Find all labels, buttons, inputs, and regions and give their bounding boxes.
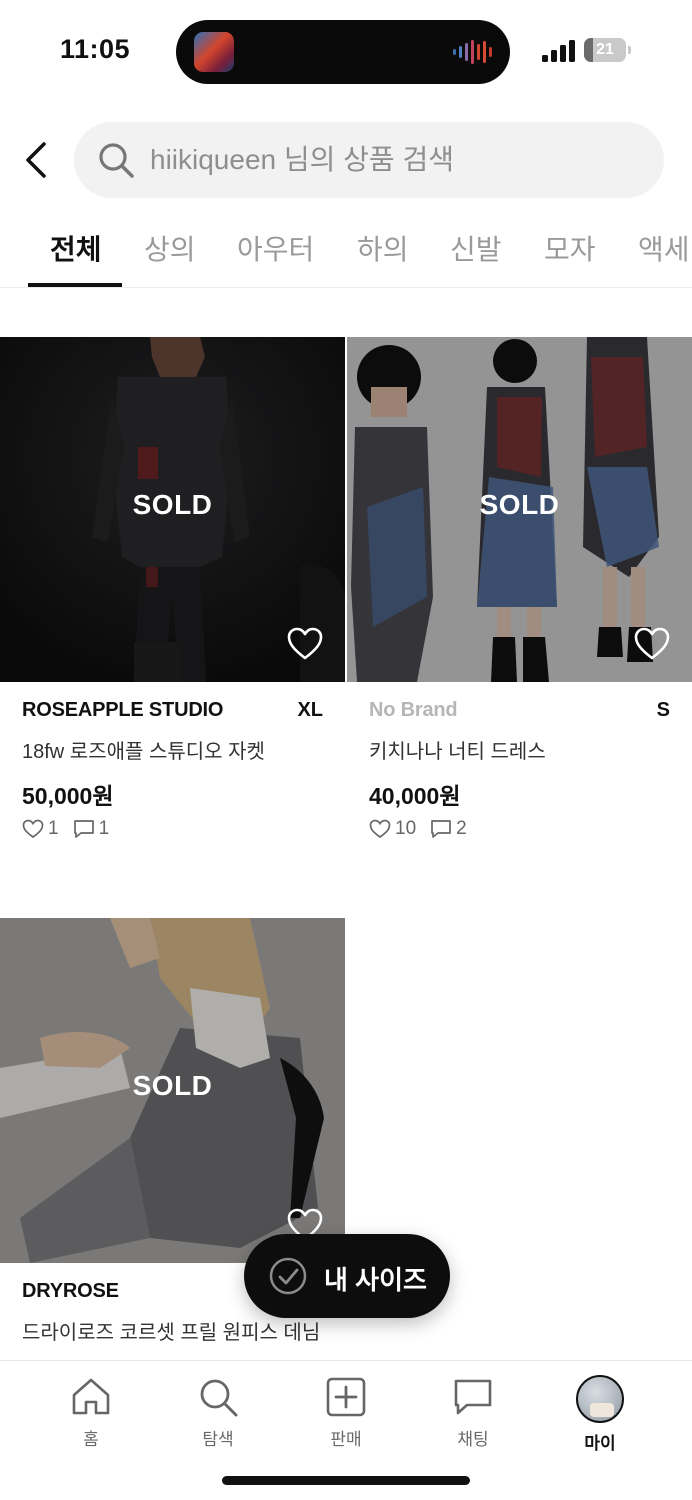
- nav-explore[interactable]: 탐색: [168, 1375, 268, 1467]
- favorite-button[interactable]: [634, 627, 670, 661]
- product-stats: 10 2: [369, 817, 467, 841]
- like-count: 10: [395, 818, 417, 839]
- search-icon: [200, 1379, 238, 1417]
- product-name: 18fw 로즈애플 스튜디오 자켓: [22, 741, 265, 763]
- sold-label: SOLD: [132, 1070, 213, 1101]
- tab-accessories[interactable]: 액세: [638, 228, 690, 286]
- search-bar[interactable]: [74, 122, 664, 198]
- nav-my[interactable]: 마이: [550, 1375, 650, 1467]
- back-button[interactable]: [18, 136, 62, 184]
- nav-my-label: 마이: [584, 1434, 616, 1453]
- nav-chat-label: 채팅: [457, 1430, 489, 1449]
- dynamic-island[interactable]: [176, 20, 510, 84]
- heart-outline-icon: [22, 819, 44, 839]
- chevron-left-icon: [26, 142, 46, 178]
- heart-icon: [287, 627, 323, 660]
- brand-name: No Brand: [369, 699, 458, 721]
- plus-square-icon: [326, 1377, 366, 1417]
- home-indicator[interactable]: [222, 1476, 470, 1485]
- nav-sell-label: 판매: [330, 1430, 362, 1449]
- search-icon: [99, 143, 134, 178]
- product-name: 드라이로즈 코르셋 프릴 원피스 데님: [22, 1322, 321, 1344]
- tab-outer[interactable]: 아우터: [237, 228, 314, 286]
- home-icon: [72, 1378, 110, 1415]
- battery-icon: 21: [584, 38, 632, 62]
- status-bar: 11:05 21: [0, 0, 692, 100]
- comment-count: 2: [456, 818, 467, 839]
- brand-name: DRYROSE: [22, 1280, 119, 1302]
- audio-waveform-icon: [453, 40, 492, 64]
- size-label: XL: [297, 699, 323, 721]
- sold-label: SOLD: [479, 489, 560, 520]
- tab-hats[interactable]: 모자: [544, 228, 596, 286]
- now-playing-artwork: [194, 32, 234, 72]
- tab-all[interactable]: 전체: [50, 228, 102, 286]
- avatar: [576, 1375, 624, 1423]
- check-circle-icon: [269, 1257, 307, 1295]
- like-count: 1: [48, 818, 59, 839]
- my-size-label: 내 사이즈: [324, 1265, 427, 1295]
- category-tabs: 전체 상의 아우터 하의 신발 모자 액세: [0, 210, 692, 288]
- brand-name: ROSEAPPLE STUDIO: [22, 699, 224, 721]
- favorite-button[interactable]: [287, 627, 323, 661]
- active-tab-indicator: [28, 283, 122, 287]
- product-image[interactable]: SOLD: [0, 918, 345, 1263]
- heart-icon: [634, 627, 670, 660]
- product-image[interactable]: SOLD: [0, 337, 345, 682]
- product-stats: 1 1: [22, 817, 109, 841]
- search-input[interactable]: [150, 122, 640, 198]
- comment-icon: [431, 820, 451, 838]
- product-image[interactable]: SOLD: [347, 337, 692, 682]
- tab-tops[interactable]: 상의: [144, 228, 196, 286]
- nav-home-label: 홈: [83, 1430, 99, 1449]
- size-label: S: [656, 699, 670, 721]
- product-price: 50,000원: [22, 783, 114, 809]
- tab-bottoms[interactable]: 하의: [357, 228, 409, 286]
- chat-icon: [454, 1379, 492, 1415]
- my-size-filter-button[interactable]: 내 사이즈: [244, 1234, 450, 1318]
- sold-label: SOLD: [132, 489, 213, 520]
- comment-icon: [73, 820, 94, 838]
- battery-percent: 21: [596, 41, 614, 58]
- heart-outline-icon: [369, 819, 391, 839]
- nav-home[interactable]: 홈: [41, 1375, 141, 1467]
- status-time: 11:05: [60, 34, 131, 64]
- nav-chat[interactable]: 채팅: [423, 1375, 523, 1467]
- comment-count: 1: [98, 818, 110, 839]
- nav-sell[interactable]: 판매: [296, 1375, 396, 1467]
- cellular-signal-icon: [542, 40, 575, 62]
- product-name: 키치나나 너티 드레스: [369, 741, 546, 763]
- nav-explore-label: 탐색: [202, 1430, 234, 1449]
- product-price: 40,000원: [369, 783, 461, 809]
- tab-shoes[interactable]: 신발: [450, 228, 502, 286]
